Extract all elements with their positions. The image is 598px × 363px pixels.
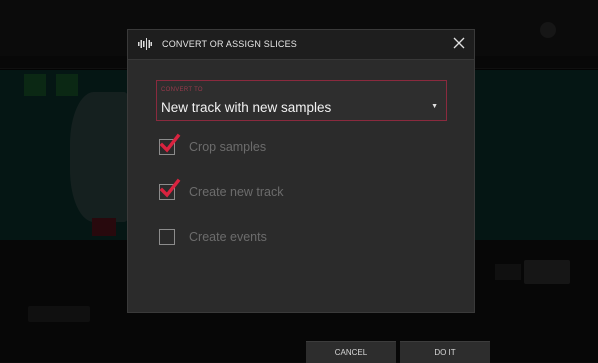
create-events-option[interactable]: Create events: [159, 229, 399, 249]
close-icon[interactable]: [452, 36, 466, 50]
caret-down-icon: ▼: [431, 103, 438, 110]
slice-waveform-icon: [138, 38, 152, 50]
crop-samples-label: Crop samples: [189, 140, 267, 154]
create-events-label: Create events: [189, 230, 267, 244]
convert-slices-dialog: CONVERT OR ASSIGN SLICES CONVERT TO New …: [127, 29, 475, 313]
create-events-checkbox[interactable]: [159, 229, 175, 245]
convert-to-dropdown[interactable]: CONVERT TO New track with new samples ▼: [156, 80, 447, 121]
dialog-title: CONVERT OR ASSIGN SLICES: [162, 39, 298, 49]
checkmark-icon: [159, 178, 181, 198]
create-new-track-option[interactable]: Create new track: [159, 178, 399, 204]
convert-to-value: New track with new samples: [161, 100, 332, 115]
create-new-track-label: Create new track: [189, 185, 284, 199]
checkmark-icon: [159, 133, 181, 153]
crop-samples-option[interactable]: Crop samples: [159, 133, 399, 159]
convert-to-label: CONVERT TO: [161, 87, 203, 93]
dialog-header: CONVERT OR ASSIGN SLICES: [128, 30, 474, 60]
cancel-button[interactable]: CANCEL: [306, 341, 396, 363]
do-it-button[interactable]: DO IT: [400, 341, 490, 363]
